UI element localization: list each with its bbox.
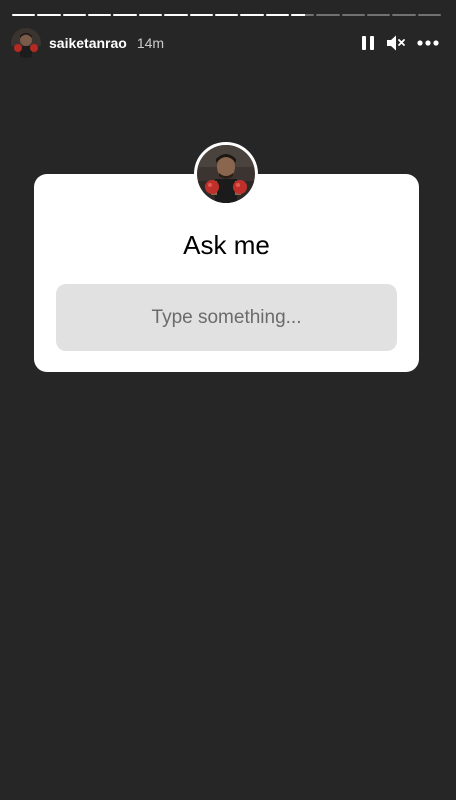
- progress-segment: [265, 14, 289, 16]
- avatar[interactable]: [11, 28, 41, 58]
- progress-segment: [290, 14, 315, 16]
- question-title: Ask me: [183, 230, 270, 260]
- more-icon: [417, 40, 439, 46]
- mute-icon: [387, 35, 405, 51]
- progress-segment-fill: [290, 14, 305, 16]
- username[interactable]: saiketanrao: [49, 35, 127, 51]
- progress-segment: [37, 14, 61, 16]
- progress-segment: [138, 14, 163, 16]
- pause-button[interactable]: [358, 31, 378, 55]
- progress-segment: [367, 14, 391, 16]
- progress-segment: [12, 14, 36, 16]
- progress-segment: [341, 14, 366, 16]
- progress-segment: [316, 14, 340, 16]
- progress-segment: [240, 14, 264, 16]
- progress-segment: [88, 14, 112, 16]
- pause-icon: [362, 36, 374, 50]
- story-header: saiketanrao 14m: [11, 28, 442, 58]
- story-progress-bar: [12, 14, 442, 16]
- progress-segment: [164, 14, 188, 16]
- sticker-avatar: [194, 142, 258, 206]
- answer-input[interactable]: [56, 284, 397, 351]
- avatar-photo-icon: [11, 28, 41, 58]
- progress-segment: [417, 14, 442, 16]
- post-time: 14m: [136, 35, 165, 51]
- more-options-button[interactable]: [414, 31, 442, 55]
- progress-segment: [392, 14, 416, 16]
- progress-segment: [189, 14, 213, 16]
- progress-segment: [214, 14, 239, 16]
- progress-segment: [62, 14, 87, 16]
- progress-segment: [113, 14, 137, 16]
- mute-button[interactable]: [384, 31, 408, 55]
- profile-photo-icon: [197, 145, 255, 203]
- story-viewer: saiketanrao 14m Ask me: [0, 0, 456, 800]
